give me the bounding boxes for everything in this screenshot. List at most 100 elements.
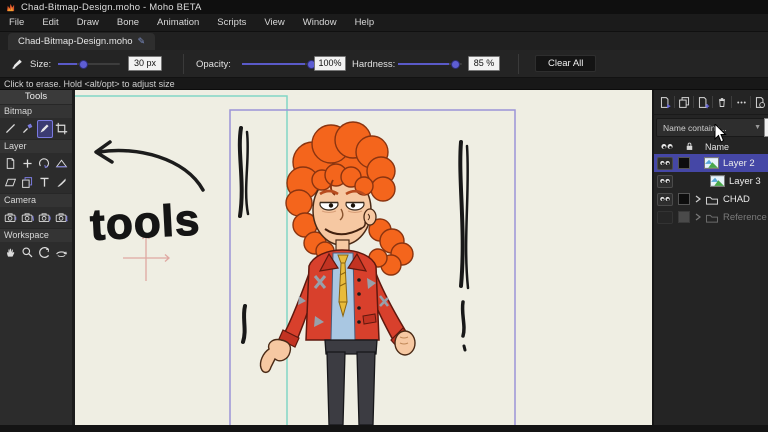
drawing-canvas[interactable]: tools [75, 90, 652, 425]
menu-bar: File Edit Draw Bone Animation Scripts Vi… [0, 14, 768, 32]
menu-file[interactable]: File [0, 14, 33, 32]
hardness-slider-fill [398, 63, 449, 65]
text-tool-button[interactable] [37, 174, 53, 192]
layer-row-reference[interactable]: Reference [654, 208, 768, 226]
expand-chevron-icon[interactable] [694, 195, 702, 203]
pan-workspace-tool-button[interactable] [3, 244, 19, 262]
zoom-workspace-tool-button[interactable] [20, 244, 36, 262]
canvas-content: tools [75, 90, 652, 425]
tool-options-bar: Size: 30 px Opacity: 100% Hardness: 85 %… [0, 50, 768, 78]
draw-tool-button[interactable] [3, 120, 19, 138]
layer-row-layer-2[interactable]: Layer 2 [654, 154, 768, 172]
menu-animation[interactable]: Animation [148, 14, 208, 32]
layer-color-swatch[interactable] [678, 193, 690, 205]
visibility-toggle[interactable] [657, 211, 673, 224]
layer-row-layer-3[interactable]: Layer 3 [654, 172, 768, 190]
size-input[interactable]: 30 px [128, 56, 162, 71]
parallelogram-icon [4, 176, 17, 189]
plus-icon [21, 157, 34, 170]
tools-annotation: tools [89, 142, 203, 250]
menu-scripts[interactable]: Scripts [208, 14, 255, 32]
opacity-input[interactable]: 100% [314, 56, 346, 71]
add-point-tool-button[interactable] [20, 155, 36, 173]
more-options-button[interactable] [733, 94, 749, 110]
pen-icon [55, 176, 68, 189]
visibility-toggle[interactable] [657, 175, 673, 188]
section-label-bitmap: Bitmap [0, 104, 72, 118]
status-bar: Click to erase. Hold <alt/opt> to adjust… [0, 78, 768, 90]
hardness-slider-thumb[interactable] [451, 60, 460, 69]
layer-color-swatch[interactable] [678, 157, 690, 169]
eyes-icon [659, 177, 671, 185]
new-layer-icon [659, 96, 672, 109]
menu-bone[interactable]: Bone [108, 14, 148, 32]
brush-tool-button[interactable] [54, 174, 70, 192]
pan-tilt-camera-tool-button[interactable] [54, 209, 70, 227]
layer-script-button[interactable] [752, 94, 768, 110]
hardness-input[interactable]: 85 % [468, 56, 500, 71]
erase-tool-button[interactable] [37, 120, 53, 138]
ellipsis-icon [735, 96, 748, 109]
draw-tool-icon [4, 122, 17, 135]
camera-icon [4, 211, 17, 224]
size-slider-thumb[interactable] [79, 60, 88, 69]
roll-camera-tool-button[interactable] [37, 209, 53, 227]
track-camera-tool-button[interactable] [3, 209, 19, 227]
status-hint-text: Click to erase. Hold <alt/opt> to adjust… [4, 79, 175, 89]
opacity-slider[interactable] [242, 63, 308, 65]
layer-filter-dropdown[interactable]: Name contains... ▼ [656, 118, 766, 137]
document-tab[interactable]: Chad-Bitmap-Design.moho ✎ [8, 33, 155, 50]
new-layer-button[interactable] [657, 94, 673, 110]
menu-edit[interactable]: Edit [33, 14, 67, 32]
layer-row-chad[interactable]: CHAD [654, 190, 768, 208]
layer-name: Reference [723, 212, 767, 223]
layer-thumbnail [704, 157, 719, 169]
duplicate-layer-button[interactable] [676, 94, 692, 110]
delete-layer-button[interactable] [714, 94, 730, 110]
rotate-arrow-icon [38, 157, 51, 170]
layer-color-swatch[interactable] [678, 211, 690, 223]
tools-annotation-text: tools [89, 195, 202, 250]
eyes-icon [659, 195, 671, 203]
menu-draw[interactable]: Draw [68, 14, 108, 32]
visibility-toggle[interactable] [657, 157, 673, 170]
section-label-workspace: Workspace [0, 228, 72, 242]
layer-filter-input[interactable] [764, 118, 768, 137]
menu-view[interactable]: View [255, 14, 293, 32]
chevron-down-icon: ▼ [754, 124, 761, 131]
layer-name: Layer 3 [729, 176, 761, 187]
toolbar-separator [518, 54, 519, 74]
character-left-hand [260, 340, 290, 373]
folder-icon [705, 212, 719, 223]
opacity-slider-fill [242, 63, 305, 65]
rotate-workspace-tool-button[interactable] [37, 244, 53, 262]
rotate-layer-tool-button[interactable] [37, 155, 53, 173]
orbit-workspace-tool-button[interactable] [54, 244, 70, 262]
visibility-toggle[interactable] [657, 193, 673, 206]
skew-layer-tool-button[interactable] [54, 155, 70, 173]
moho-application-window: Chad-Bitmap-Design.moho - Moho BETA File… [0, 0, 768, 432]
clear-all-button[interactable]: Clear All [535, 55, 596, 72]
layer-filter-label: Name contains... [663, 123, 754, 133]
size-slider[interactable] [58, 63, 120, 65]
layers-panel-toolbar [654, 90, 768, 115]
menu-window[interactable]: Window [294, 14, 346, 32]
crop-tool-button[interactable] [54, 120, 70, 138]
shear-layer-tool-button[interactable] [3, 174, 19, 192]
hardness-slider[interactable] [398, 63, 462, 65]
zoom-camera-tool-button[interactable] [20, 209, 36, 227]
duplicate-layer-tool-button[interactable] [20, 174, 36, 192]
hardness-label: Hardness: [352, 59, 395, 70]
moho-app-icon [6, 3, 15, 12]
add-layer-icon [697, 96, 710, 109]
layer-thumbnail [710, 175, 725, 187]
paint-tool-button[interactable] [20, 120, 36, 138]
paint-tool-icon [21, 122, 34, 135]
opacity-label: Opacity: [196, 59, 231, 70]
menu-help[interactable]: Help [346, 14, 384, 32]
new-layer-tool-button[interactable] [3, 155, 19, 173]
expand-chevron-icon[interactable] [694, 213, 702, 221]
annotation-arrow [99, 151, 203, 190]
add-layer-button[interactable] [695, 94, 711, 110]
section-label-layer: Layer [0, 139, 72, 153]
